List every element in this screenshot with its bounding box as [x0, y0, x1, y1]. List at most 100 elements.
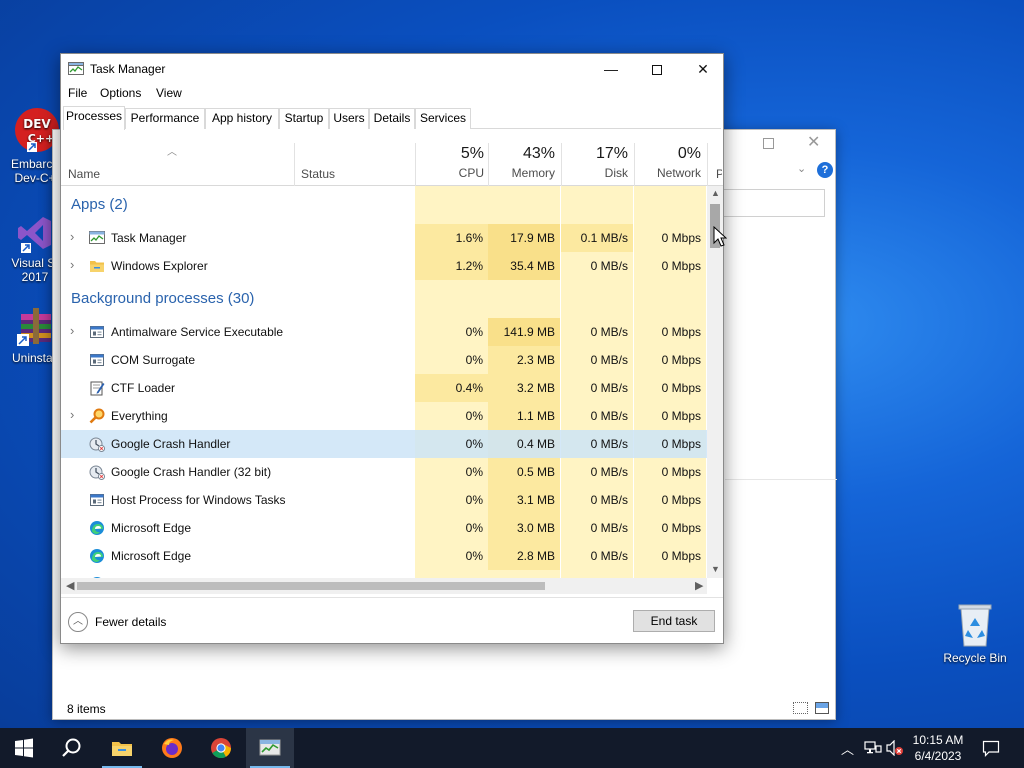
desktop-icon-label: 2017	[21, 270, 49, 284]
close-button[interactable]: ✕	[807, 132, 820, 152]
process-row[interactable]: CTF Loader 0.4% 3.2 MB 0 MB/s 0 Mbps	[61, 374, 707, 402]
service-window-icon	[90, 326, 104, 338]
group-header-background[interactable]: Background processes (30)	[61, 280, 707, 318]
process-disk-value: 0 MB/s	[590, 437, 628, 451]
scroll-thumb[interactable]	[77, 582, 545, 590]
network-icon[interactable]	[864, 740, 882, 756]
tab-app-history[interactable]: App history	[205, 108, 279, 129]
process-row-partial[interactable]	[61, 570, 707, 578]
scroll-up-icon[interactable]: ▲	[711, 188, 720, 198]
firefox-icon	[162, 738, 182, 758]
heat-cell	[561, 280, 633, 318]
close-button[interactable]: ✕	[680, 54, 726, 84]
tab-services[interactable]: Services	[415, 108, 471, 129]
scroll-right-icon[interactable]: ▶	[695, 579, 703, 592]
tab-processes[interactable]: Processes	[63, 106, 125, 130]
process-memory-value: 17.9 MB	[510, 231, 555, 245]
scroll-down-icon[interactable]: ▼	[711, 564, 720, 574]
scroll-left-icon[interactable]: ◀	[66, 579, 74, 592]
process-network-value: 0 Mbps	[661, 353, 701, 367]
process-row[interactable]: Google Crash Handler 0% 0.4 MB 0 MB/s 0 Mbps	[61, 430, 707, 458]
expand-chevron-icon[interactable]: ›	[70, 229, 74, 244]
process-row[interactable]: › Task Manager 1.6% 17.9 MB 0.1 MB/s 0 Mbps	[61, 224, 707, 252]
disk-label: Disk	[604, 166, 628, 180]
help-icon[interactable]: ?	[817, 162, 833, 178]
process-network-value: 0 Mbps	[661, 521, 701, 535]
horizontal-scrollbar[interactable]: ◀ ▶	[61, 578, 707, 594]
show-hidden-icons-chevron-icon[interactable]: ︿	[841, 739, 854, 758]
process-row[interactable]: COM Surrogate 0% 2.3 MB 0 MB/s 0 Mbps	[61, 346, 707, 374]
group-header-apps[interactable]: Apps (2)	[61, 186, 707, 224]
expand-chevron-icon[interactable]: ›	[70, 407, 74, 422]
column-header-status[interactable]: Status	[301, 167, 335, 181]
taskbar: ︿ 10:15 AM 6/4/2023	[0, 728, 1024, 768]
column-header-cpu[interactable]: 5% CPU	[416, 143, 484, 180]
taskbar-clock[interactable]: 10:15 AM 6/4/2023	[910, 732, 966, 764]
search-input[interactable]	[723, 189, 825, 217]
column-header-network[interactable]: 0% Network	[635, 143, 701, 180]
tab-details[interactable]: Details	[369, 108, 415, 129]
notification-center-icon[interactable]	[982, 739, 1000, 757]
heat-cell	[634, 186, 706, 224]
column-header-disk[interactable]: 17% Disk	[562, 143, 628, 180]
expand-chevron-icon[interactable]: ›	[70, 323, 74, 338]
details-view-icon[interactable]	[793, 702, 808, 714]
expand-chevron-icon[interactable]: ›	[70, 257, 74, 272]
chevron-up-icon: ︿	[68, 612, 88, 632]
process-cpu-value: 0%	[465, 325, 483, 339]
process-network-value: 0 Mbps	[661, 325, 701, 339]
maximize-button[interactable]	[763, 138, 774, 149]
maximize-button[interactable]	[634, 54, 680, 84]
chevron-down-icon[interactable]: ⌄	[797, 162, 806, 175]
menu-view[interactable]: View	[156, 86, 182, 100]
process-memory-value: 2.3 MB	[516, 353, 555, 367]
column-header-name[interactable]: Name	[68, 167, 100, 181]
process-list[interactable]: Apps (2) › Task Manager 1.6% 17.9 MB 0.1 MB/s…	[61, 186, 707, 578]
large-icons-view-icon[interactable]	[815, 702, 829, 714]
memory-label: Memory	[511, 166, 555, 180]
mouse-cursor-icon	[713, 226, 727, 247]
cpu-label: CPU	[458, 166, 484, 180]
process-cpu-value: 1.6%	[455, 231, 483, 245]
process-cpu-value: 0%	[465, 353, 483, 367]
tab-users[interactable]: Users	[329, 108, 369, 129]
process-row[interactable]: Microsoft Edge 0% 3.0 MB 0 MB/s 0 Mbps	[61, 514, 707, 542]
desktop-icon-recycle-bin[interactable]: Recycle Bin	[940, 602, 1010, 665]
process-row[interactable]: › Antimalware Service Executable 0% 141.9 M…	[61, 318, 707, 346]
process-disk-value: 0 MB/s	[590, 549, 628, 563]
process-row[interactable]: Microsoft Edge 0% 2.8 MB 0 MB/s 0 Mbps	[61, 542, 707, 570]
process-cpu-value: 0%	[465, 437, 483, 451]
title-bar[interactable]: Task Manager — ✕	[61, 54, 723, 84]
process-row[interactable]: › Everything 0% 1.1 MB 0 MB/s 0 Mbps	[61, 402, 707, 430]
process-network-value: 0 Mbps	[661, 437, 701, 451]
process-memory-value: 0.5 MB	[516, 465, 555, 479]
tab-bar: Processes Performance App history Startu…	[63, 106, 721, 130]
process-memory-value: 0.4 MB	[516, 437, 555, 451]
tab-performance[interactable]: Performance	[125, 108, 205, 129]
heat-cell	[415, 186, 488, 224]
menu-file[interactable]: File	[68, 86, 87, 100]
process-cpu-value: 0.4%	[455, 381, 483, 395]
column-header-memory[interactable]: 43% Memory	[489, 143, 555, 180]
crash-handler-icon	[89, 465, 105, 480]
cpu-percent: 5%	[460, 145, 484, 162]
taskbar-chrome[interactable]	[197, 728, 245, 768]
heat-cell	[415, 570, 488, 578]
task-manager-window[interactable]: Task Manager — ✕ File Options View Proce…	[60, 53, 724, 644]
process-row[interactable]: Google Crash Handler (32 bit) 0% 0.5 MB 0 M…	[61, 458, 707, 486]
taskbar-firefox[interactable]	[148, 728, 196, 768]
process-row[interactable]: › Windows Explorer 1.2% 35.4 MB 0 MB/s 0 Mbps	[61, 252, 707, 280]
end-task-button[interactable]: End task	[633, 610, 715, 632]
volume-muted-icon[interactable]	[886, 740, 904, 756]
minimize-button[interactable]: —	[588, 54, 634, 84]
desktop-icon-label: Recycle Bin	[943, 651, 1007, 665]
tab-startup[interactable]: Startup	[279, 108, 329, 129]
recycle-bin-icon	[958, 604, 992, 647]
taskbar-task-manager[interactable]	[246, 728, 294, 768]
taskbar-search-button[interactable]	[48, 728, 96, 768]
process-row[interactable]: Host Process for Windows Tasks 0% 3.1 MB 0 …	[61, 486, 707, 514]
column-header-power-cut[interactable]: P	[716, 167, 722, 181]
taskbar-file-explorer[interactable]	[98, 728, 146, 768]
menu-options[interactable]: Options	[100, 86, 141, 100]
start-button[interactable]	[0, 728, 48, 768]
